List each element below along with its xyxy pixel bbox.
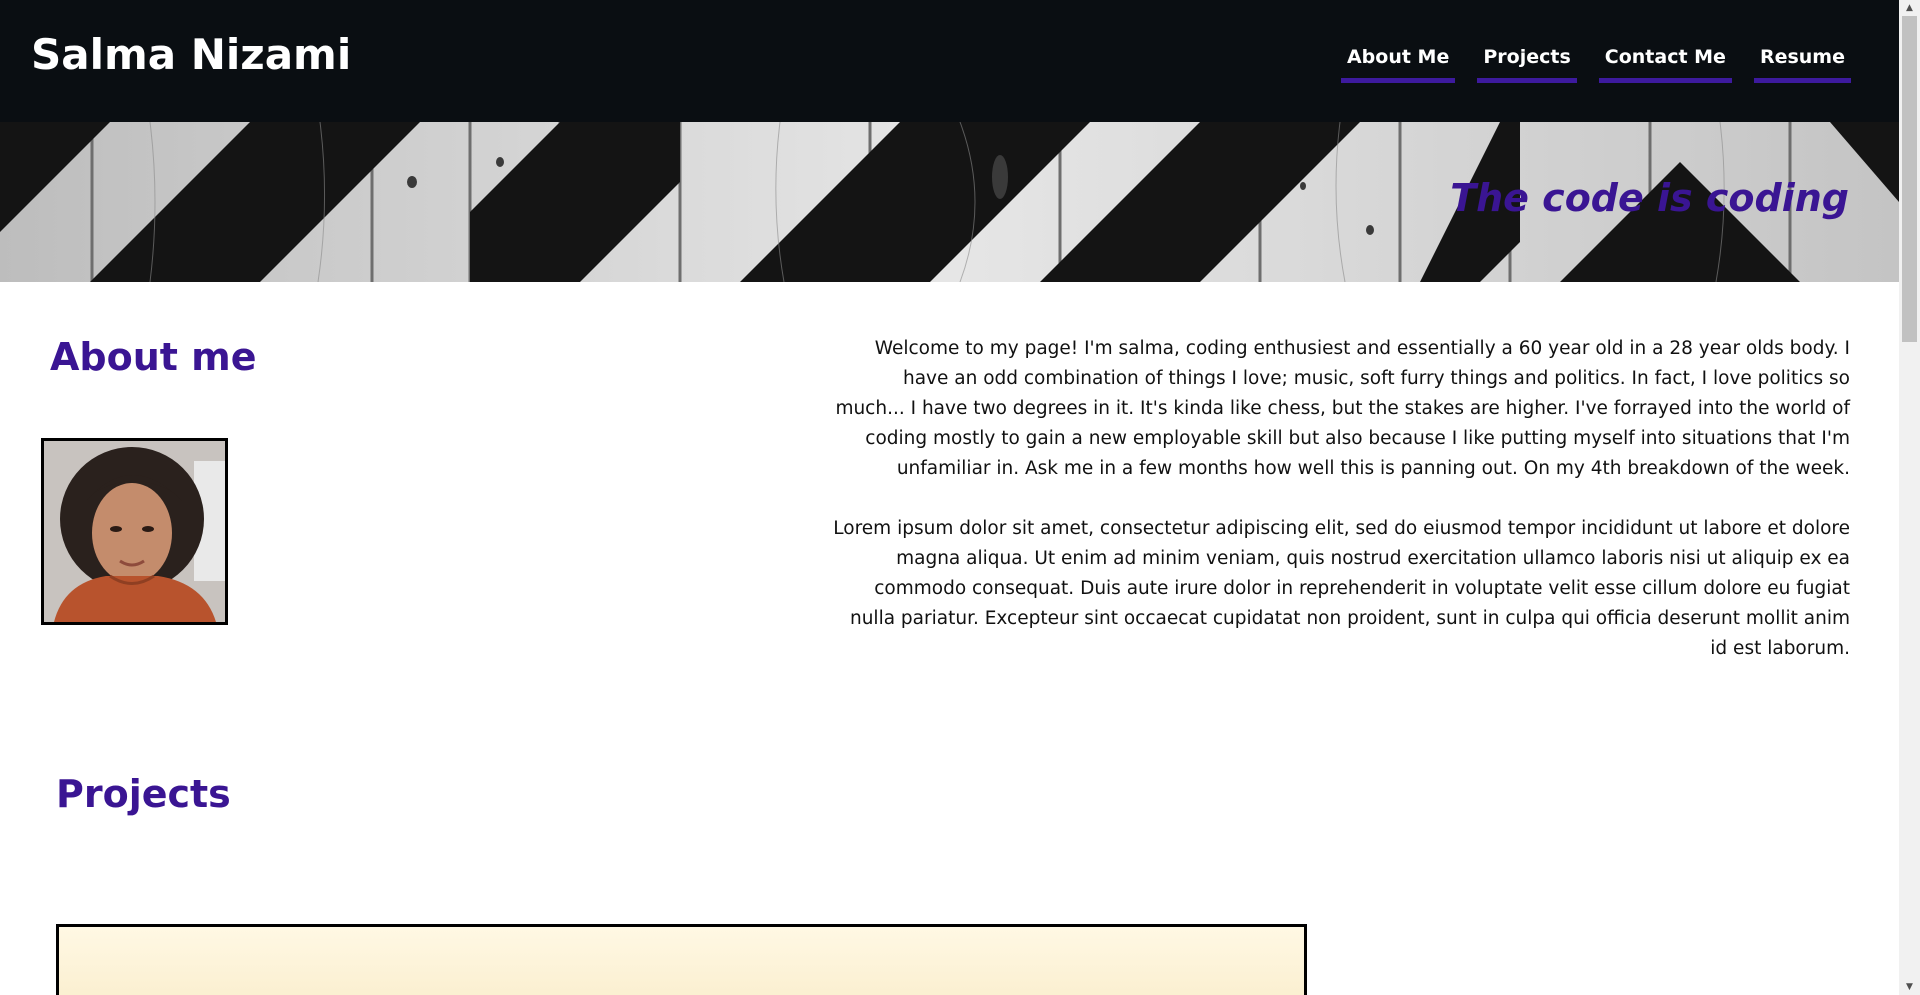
scroll-up-arrow-icon[interactable]: ▲: [1899, 0, 1920, 16]
about-text: Welcome to my page! I'm salma, coding en…: [832, 334, 1850, 694]
profile-photo: [41, 438, 228, 625]
nav-link-contact-me[interactable]: Contact Me: [1598, 44, 1732, 83]
nav-link-resume[interactable]: Resume: [1753, 44, 1851, 83]
site-title[interactable]: Salma Nizami: [31, 30, 351, 79]
hero-banner: The code is coding: [0, 122, 1899, 282]
nav-link-about-me[interactable]: About Me: [1340, 44, 1456, 83]
about-heading: About me: [50, 335, 257, 379]
vertical-scrollbar[interactable]: ▲ ▼: [1899, 0, 1920, 995]
nav-link-projects[interactable]: Projects: [1477, 44, 1577, 83]
projects-heading: Projects: [56, 772, 231, 816]
project-card[interactable]: [56, 924, 1307, 995]
page: Salma Nizami About Me Projects Contact M…: [0, 0, 1899, 995]
about-paragraph-lorem: Lorem ipsum dolor sit amet, consectetur …: [833, 518, 1850, 659]
scrollbar-thumb[interactable]: [1902, 16, 1917, 342]
hero-tagline: The code is coding: [1450, 176, 1849, 220]
site-header: Salma Nizami About Me Projects Contact M…: [0, 0, 1899, 122]
profile-photo-image: [44, 441, 225, 622]
main-nav: About Me Projects Contact Me Resume: [1340, 44, 1851, 83]
scroll-down-arrow-icon[interactable]: ▼: [1899, 979, 1920, 995]
about-paragraph-intro: Welcome to my page! I'm salma, coding en…: [835, 338, 1850, 479]
